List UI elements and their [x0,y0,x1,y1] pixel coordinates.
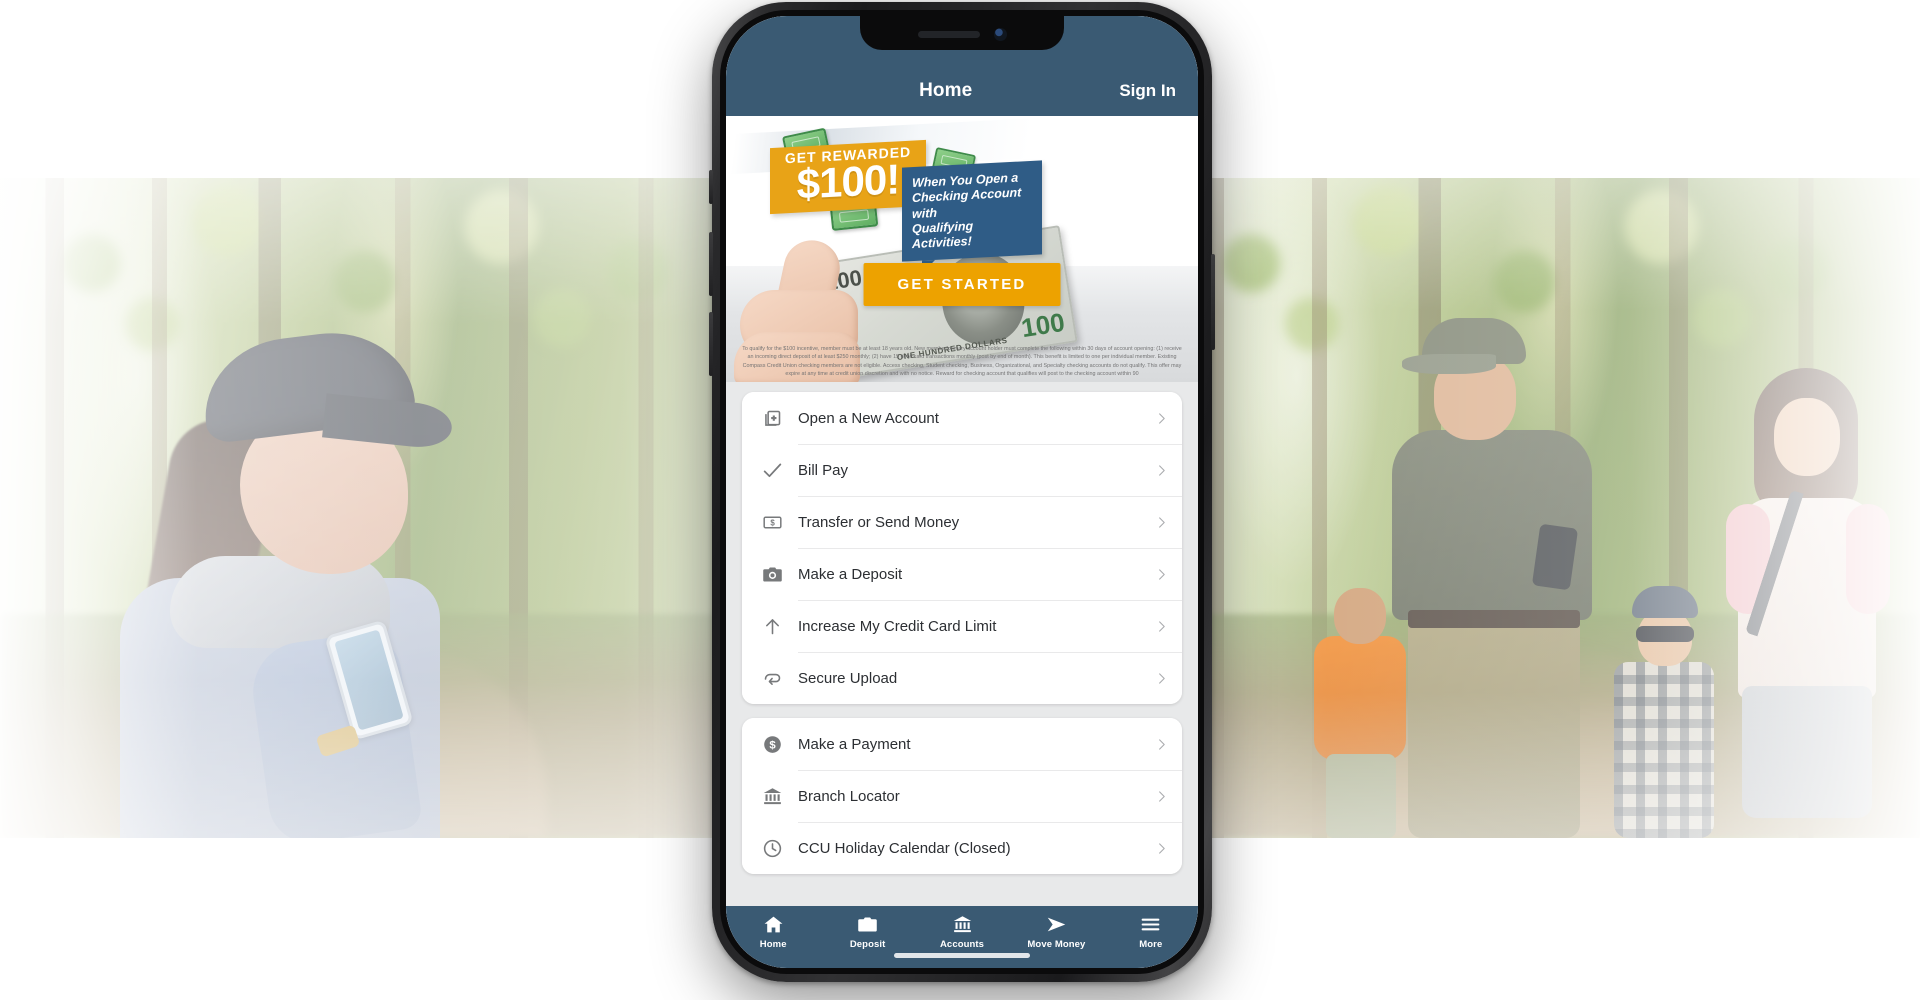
chevron-right-icon [1155,464,1168,477]
add-document-icon [746,408,798,429]
cap [1632,586,1698,618]
menu-item-open-a-new-account[interactable]: Open a New Account [742,392,1182,444]
menu-item-label: Branch Locator [798,787,900,805]
home-icon [763,914,784,935]
chevron-right-icon [1155,738,1168,751]
chevron-right-icon [1155,568,1168,581]
menu-item-secure-upload[interactable]: Secure Upload [742,652,1182,704]
menu-item-label: Open a New Account [798,409,939,427]
head [1334,588,1386,644]
get-started-button[interactable]: GET STARTED [863,263,1061,306]
volume-down-button[interactable] [709,312,713,376]
arrow-up-icon [746,616,798,637]
tab-label: Deposit [849,939,886,950]
mother-figure [1726,368,1890,838]
app-body: 100 100 ONE HUNDRED DOLLARS GET REWARDED [726,116,1198,906]
menu-item-label: CCU Holiday Calendar (Closed) [798,839,1011,857]
woman-figure [110,278,454,838]
header-row: Home Sign In [726,74,1198,108]
volume-up-button[interactable] [709,232,713,296]
money-card-icon: $ [746,512,798,533]
olive-tshirt [1392,430,1592,620]
belt [1408,610,1580,628]
menu-item-label: Increase My Credit Card Limit [798,617,997,635]
promo-blue-callout: When You Open a Checking Account with Qu… [902,160,1042,262]
clock-icon [746,838,798,859]
tab-label: Accounts [939,939,985,950]
chevron-right-icon [1155,790,1168,803]
photo-woman-hiking-with-phone [0,178,760,838]
sunglasses [1636,626,1694,642]
plaid-shirt [1614,662,1714,838]
chevron-right-icon [1155,842,1168,855]
hamburger-icon [1140,914,1161,935]
bank-icon [952,914,973,935]
promo-fineprint: To qualify for the $100 incentive, membe… [742,346,1182,377]
menu-item-label: Secure Upload [798,669,898,687]
tab-label: Move Money [1027,939,1086,950]
menu-item-label: Make a Payment [798,735,911,753]
checkmark-icon [746,460,798,481]
bank-icon [746,786,798,807]
promo-banner[interactable]: 100 100 ONE HUNDRED DOLLARS GET REWARDED [726,116,1198,382]
menu-item-label: Make a Deposit [798,565,903,583]
cap-brim [1402,354,1496,374]
camo-pants [1408,614,1580,838]
tab-accounts[interactable]: Accounts [915,914,1009,950]
photo-family-hiking-forest [1160,178,1920,838]
tab-label: More [1139,939,1163,950]
menu-item-ccu-holiday-calendar-closed[interactable]: CCU Holiday Calendar (Closed) [742,822,1182,874]
skirt [1742,686,1872,818]
chevron-right-icon [1155,672,1168,685]
chevron-right-icon [1155,516,1168,529]
chevron-right-icon [1155,620,1168,633]
tab-home[interactable]: Home [726,914,820,950]
front-camera-icon [993,27,1007,41]
promo-badge-line2: $100! [796,155,900,208]
phone-notch [860,16,1064,50]
face [1774,398,1840,476]
menu-item-make-a-deposit[interactable]: Make a Deposit [742,548,1182,600]
iphone-mockup: Home Sign In 100 100 ONE HUNDRED DOLLARS… [709,2,1215,982]
menu-item-label: Transfer or Send Money [798,513,960,531]
menu-item-transfer-or-send-money[interactable]: $ Transfer or Send Money [742,496,1182,548]
mute-switch[interactable] [709,170,713,204]
tab-label: Home [759,939,787,950]
camera-icon [857,914,878,935]
banking-app: Home Sign In 100 100 ONE HUNDRED DOLLARS… [726,16,1198,968]
earpiece-speaker-icon [917,30,980,38]
chevron-right-icon [1155,412,1168,425]
upload-loop-icon [746,668,798,689]
bottom-tab-bar: Home Deposit Accounts Move Money More [726,906,1198,968]
sign-in-button[interactable]: Sign In [1119,81,1198,101]
father-figure [1386,318,1596,838]
phone-screen: Home Sign In 100 100 ONE HUNDRED DOLLARS… [726,16,1198,968]
family-figures [1160,178,1920,838]
tab-deposit[interactable]: Deposit [820,914,914,950]
menu-group-primary-actions: Open a New Account Bill Pay $ Transfer or S… [742,392,1182,704]
home-indicator[interactable] [894,953,1030,958]
menu-item-make-a-payment[interactable]: $ Make a Payment [742,718,1182,770]
dollar-circle-icon: $ [746,734,798,755]
menu-item-label: Bill Pay [798,461,849,479]
svg-text:$: $ [769,739,776,751]
svg-text:$: $ [770,518,775,527]
menu-item-increase-my-credit-card-limit[interactable]: Increase My Credit Card Limit [742,600,1182,652]
page-title: Home [919,80,973,101]
menu-group-secondary-actions: $ Make a Payment Branch Locator CCU Holiday… [742,718,1182,874]
tab-move-money[interactable]: Move Money [1009,914,1103,950]
camera-icon [746,564,798,585]
send-arrow-icon [1046,914,1067,935]
menu-item-branch-locator[interactable]: Branch Locator [742,770,1182,822]
menu-scroll-area[interactable]: Open a New Account Bill Pay $ Transfer or S… [726,382,1198,906]
menu-item-bill-pay[interactable]: Bill Pay [742,444,1182,496]
power-button[interactable] [1211,254,1215,350]
promo-callout-line3: Qualifying Activities! [912,218,974,252]
tab-more[interactable]: More [1104,914,1198,950]
child-plaid-shirt [1612,586,1716,838]
